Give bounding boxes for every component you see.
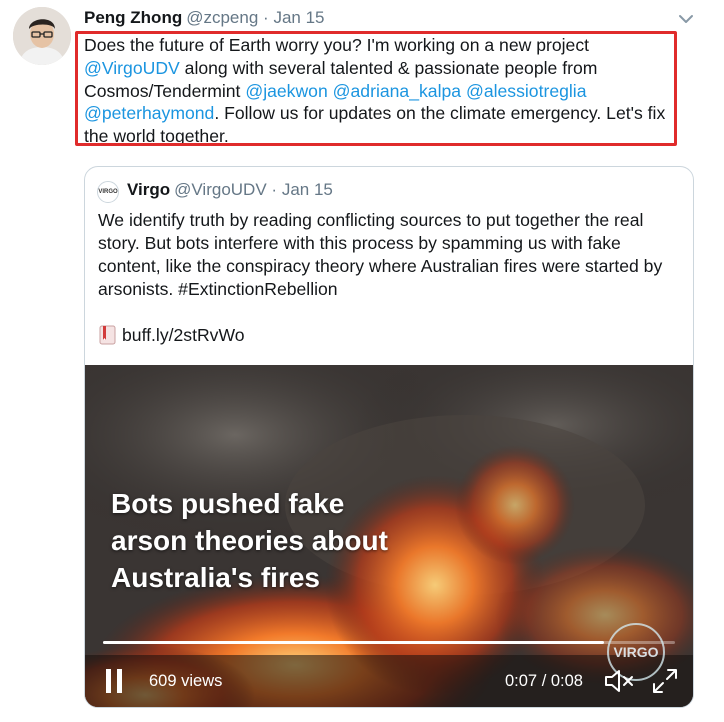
header-separator: · [263,8,269,27]
avatar-photo [13,7,71,65]
bookmark-book-icon [99,325,116,345]
tweet-date[interactable]: Jan 15 [273,8,324,27]
highlight-box [75,31,677,146]
pause-icon[interactable] [105,668,123,694]
mute-icon[interactable] [603,667,635,695]
view-count: 609 views [149,672,223,690]
quoted-tweet-link[interactable]: buff.ly/2stRvWo [98,324,245,346]
quoted-header-separator: · [271,180,278,199]
author-avatar[interactable] [13,7,71,65]
video-player[interactable]: Bots pushed fake arson theories about Au… [85,365,693,707]
quoted-author-name[interactable]: Virgo [127,180,170,199]
quoted-tweet[interactable]: VIRGO Virgo @VirgoUDV · Jan 15 We identif… [84,166,694,708]
author-name[interactable]: Peng Zhong [84,8,182,27]
video-progress-bar[interactable] [103,641,675,644]
author-handle[interactable]: @zcpeng [186,8,258,27]
expand-icon[interactable] [651,667,679,695]
video-overlay-text: Bots pushed fake arson theories about Au… [111,488,388,593]
tweet-header: Peng Zhong @zcpeng · Jan 15 [84,8,324,28]
video-progress-fill [103,641,604,644]
video-time: 0:07 / 0:08 [505,672,583,690]
quoted-author-handle[interactable]: @VirgoUDV [174,180,267,199]
quoted-tweet-text: We identify truth by reading conflicting… [98,210,663,299]
quoted-tweet-date[interactable]: Jan 15 [282,180,333,199]
link-text[interactable]: buff.ly/2stRvWo [122,325,245,346]
chevron-down-icon[interactable] [675,9,697,29]
quoted-tweet-header: Virgo @VirgoUDV · Jan 15 [127,180,333,200]
virgo-logo-icon[interactable]: VIRGO [97,181,119,203]
